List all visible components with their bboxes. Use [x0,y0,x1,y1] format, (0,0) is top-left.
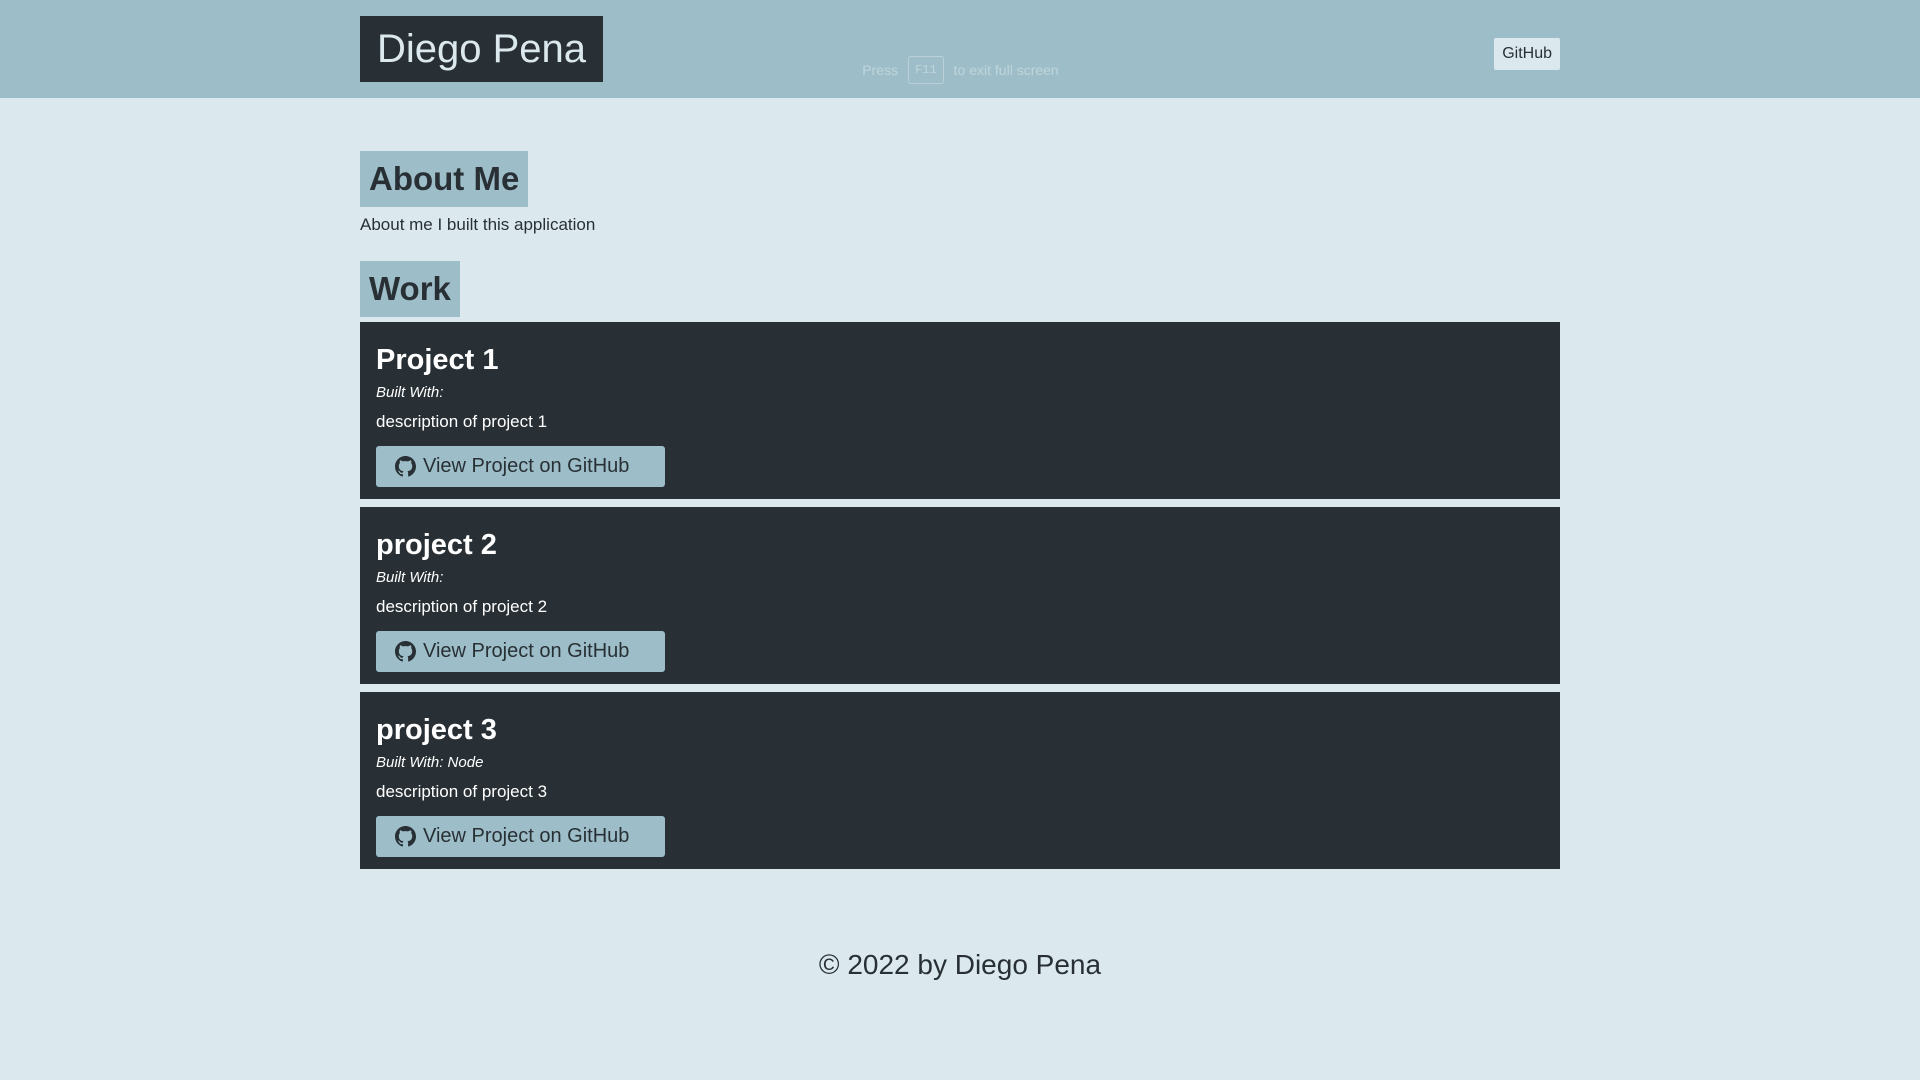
view-project-label: View Project on GitHub [423,825,630,847]
view-project-button[interactable]: View Project on GitHub [376,631,665,672]
github-icon [395,641,416,662]
project-description: description of project 2 [376,597,548,616]
github-icon [395,456,416,477]
project-built-with: Built With: [376,384,444,401]
project-title: project 3 [376,714,497,746]
about-text: About me I built this application [360,215,596,234]
project-title: Project 1 [376,344,499,376]
site-brand[interactable]: Diego Pena [360,16,604,82]
view-project-button[interactable]: View Project on GitHub [376,816,665,857]
view-project-label: View Project on GitHub [423,455,630,477]
top-bar: Diego Pena Press F11 to exit full screen… [0,0,1920,98]
project-description: description of project 3 [376,782,548,801]
fullscreen-hint-suffix: to exit full screen [953,62,1059,78]
project-description: description of project 1 [376,412,548,431]
project-card-2: project 2 Built With: description of pro… [360,507,1560,684]
footer-copyright: © 2022 by Diego Pena [818,949,1102,980]
about-title: About Me [360,151,529,207]
project-card-3: project 3 Built With: Node description o… [360,692,1560,869]
view-project-button[interactable]: View Project on GitHub [376,446,665,487]
work-title: Work [360,261,460,317]
view-project-label: View Project on GitHub [423,640,630,662]
fullscreen-hint-prefix: Press [862,62,899,78]
project-card-1: Project 1 Built With: description of pro… [360,322,1560,499]
project-built-with: Built With: [376,569,444,586]
fullscreen-hint: Press F11 to exit full screen [821,46,1100,94]
github-icon [395,826,416,847]
project-title: project 2 [376,529,497,561]
github-nav-link[interactable]: GitHub [1494,38,1560,70]
project-built-with: Built With: Node [376,754,484,771]
fullscreen-hint-key: F11 [908,56,944,84]
